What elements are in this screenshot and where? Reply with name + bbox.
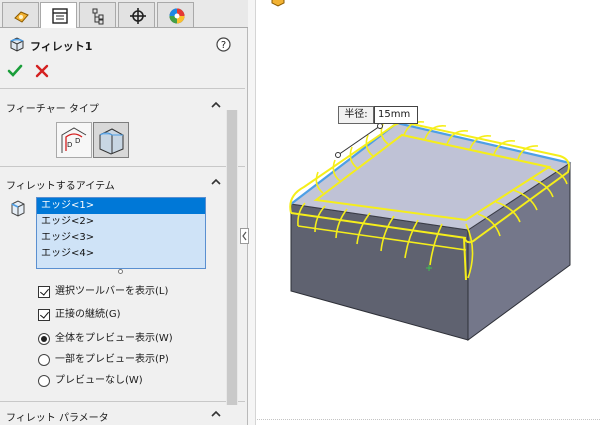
edge-selection-list[interactable]: エッジ<1> エッジ<2> エッジ<3> エッジ<4>	[36, 197, 206, 269]
chevron-left-icon	[242, 231, 247, 241]
list-resize-handle[interactable]	[118, 269, 123, 274]
option-label: 選択ツールバーを表示(L)	[55, 286, 169, 297]
manager-tab-bar	[0, 0, 248, 28]
property-manager-panel: フィレット1 ? フィーチャー タイプ D D フィレットするアイテム エッジ<…	[0, 0, 248, 425]
option-label: プレビューなし(W)	[55, 375, 143, 386]
section-label: フィレットするアイテム	[6, 181, 115, 192]
divider	[0, 166, 245, 167]
model-view[interactable]	[257, 0, 600, 425]
show-toolbar-checkbox[interactable]	[38, 286, 50, 298]
edge-selection-icon	[11, 200, 25, 217]
tab-property-manager[interactable]	[40, 2, 77, 28]
constant-size-fillet-icon: D D	[61, 127, 87, 153]
scrollbar-thumb[interactable]	[227, 110, 237, 405]
svg-text:D: D	[67, 141, 72, 149]
part-icon	[271, 0, 285, 7]
list-item[interactable]: エッジ<1>	[37, 198, 205, 214]
help-icon[interactable]: ?	[216, 37, 231, 52]
feature-manager-icon	[14, 11, 29, 23]
fillet-feature-icon	[10, 37, 24, 52]
chevron-up-icon[interactable]	[211, 410, 221, 418]
fillet-type-face-button[interactable]	[93, 122, 129, 158]
section-label: フィレット パラメータ	[6, 413, 109, 424]
panel-scrollbar[interactable]	[226, 110, 238, 405]
viewport-bottom-edge	[257, 419, 600, 425]
collapse-handle[interactable]	[240, 228, 249, 244]
cancel-x-icon[interactable]	[33, 62, 51, 80]
face-fillet-icon	[99, 128, 124, 155]
option-label: 全体をプレビュー表示(W)	[55, 333, 173, 344]
option-label: 正接の継続(G)	[55, 309, 121, 320]
appearance-ball-icon	[169, 8, 185, 24]
list-item[interactable]: エッジ<3>	[37, 230, 205, 246]
property-manager-icon	[52, 8, 68, 24]
ok-check-icon[interactable]	[6, 62, 24, 80]
chevron-up-icon[interactable]	[211, 101, 221, 109]
svg-text:?: ?	[221, 40, 226, 51]
section-fillet-params-header[interactable]: フィレット パラメータ	[0, 405, 225, 425]
chevron-up-icon[interactable]	[211, 178, 221, 186]
tab-configuration-manager[interactable]	[79, 2, 116, 27]
svg-text:D: D	[75, 137, 80, 145]
crosshair-icon	[130, 8, 146, 24]
radius-dimension-label: 半径:	[338, 106, 374, 124]
divider	[0, 401, 245, 402]
radius-dimension-input[interactable]: 15mm	[374, 106, 418, 124]
section-feature-type-header[interactable]: フィーチャー タイプ	[0, 96, 225, 116]
panel-splitter[interactable]	[248, 0, 256, 425]
list-item[interactable]: エッジ<4>	[37, 246, 205, 262]
tangent-propagation-checkbox[interactable]	[38, 309, 50, 321]
section-label: フィーチャー タイプ	[6, 104, 99, 115]
feature-title-row: フィレット1	[0, 30, 245, 58]
section-items-to-fillet-header[interactable]: フィレットするアイテム	[0, 173, 225, 193]
list-item[interactable]: エッジ<2>	[37, 214, 205, 230]
fillet-type-constant-button[interactable]: D D	[56, 122, 92, 158]
tab-feature-manager[interactable]	[2, 2, 39, 27]
divider	[0, 88, 245, 89]
tab-display-manager[interactable]	[157, 2, 194, 27]
preview-none-radio[interactable]	[38, 375, 50, 387]
option-label: 一部をプレビュー表示(P)	[55, 354, 169, 365]
tab-dimxpert-manager[interactable]	[118, 2, 155, 27]
preview-full-radio[interactable]	[38, 333, 50, 345]
preview-partial-radio[interactable]	[38, 354, 50, 366]
feature-title: フィレット1	[30, 40, 93, 53]
configuration-manager-icon	[92, 8, 104, 25]
